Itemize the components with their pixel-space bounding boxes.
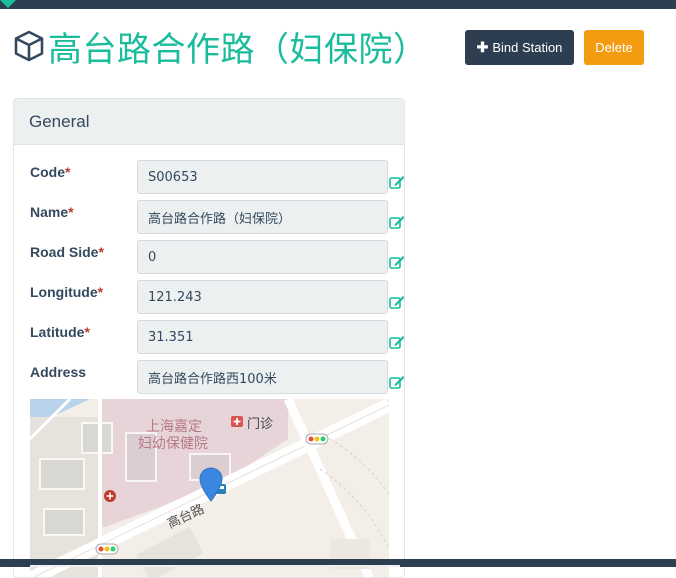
traffic-light-icon <box>305 433 329 445</box>
road-side-field[interactable]: 0 <box>137 240 388 274</box>
road-side-label: Road Side* <box>30 244 104 260</box>
name-field[interactable]: 高台路合作路（妇保院） <box>137 200 388 234</box>
corner-indicator <box>0 0 16 8</box>
bind-station-button[interactable]: ✚ Bind Station <box>465 30 574 65</box>
hospital-label-line2: 妇幼保健院 <box>138 435 208 452</box>
hospital-label-line1: 上海嘉定 <box>146 419 202 435</box>
bind-station-label: Bind Station <box>492 40 563 55</box>
edit-address-icon[interactable] <box>389 375 405 389</box>
cube-icon <box>14 30 44 62</box>
latitude-field[interactable]: 31.351 <box>137 320 388 354</box>
edit-name-icon[interactable] <box>389 215 405 229</box>
edit-road-side-icon[interactable] <box>389 255 405 269</box>
page-header: 高台路合作路（妇保院） <box>12 24 428 70</box>
general-panel: General Code* S00653 Name* 高台路合作路（妇保院） R… <box>13 98 405 578</box>
location-map[interactable]: 上海嘉定 妇幼保健院 门诊 高台路 <box>30 399 389 578</box>
traffic-light-icon <box>95 543 119 555</box>
longitude-field[interactable]: 121.243 <box>137 280 388 314</box>
latitude-label: Latitude* <box>30 324 90 340</box>
plus-icon: ✚ <box>476 39 489 55</box>
code-field[interactable]: S00653 <box>137 160 388 194</box>
clinic-label: 门诊 <box>247 417 273 432</box>
name-label: Name* <box>30 204 74 220</box>
bottom-bar <box>0 559 676 567</box>
code-label: Code* <box>30 164 71 180</box>
top-navbar <box>0 0 676 9</box>
page-title: 高台路合作路（妇保院） <box>48 29 428 70</box>
map-canvas[interactable]: 上海嘉定 妇幼保健院 门诊 高台路 <box>30 399 389 578</box>
address-field[interactable]: 高台路合作路西100米 <box>137 360 388 394</box>
delete-label: Delete <box>595 40 633 55</box>
edit-latitude-icon[interactable] <box>389 335 405 349</box>
address-label: Address <box>30 364 87 380</box>
edit-code-icon[interactable] <box>389 175 405 189</box>
hospital-marker-icon <box>104 490 116 502</box>
panel-heading: General <box>14 99 404 145</box>
edit-longitude-icon[interactable] <box>389 295 405 309</box>
delete-button[interactable]: Delete <box>584 30 644 65</box>
longitude-label: Longitude* <box>30 284 104 300</box>
